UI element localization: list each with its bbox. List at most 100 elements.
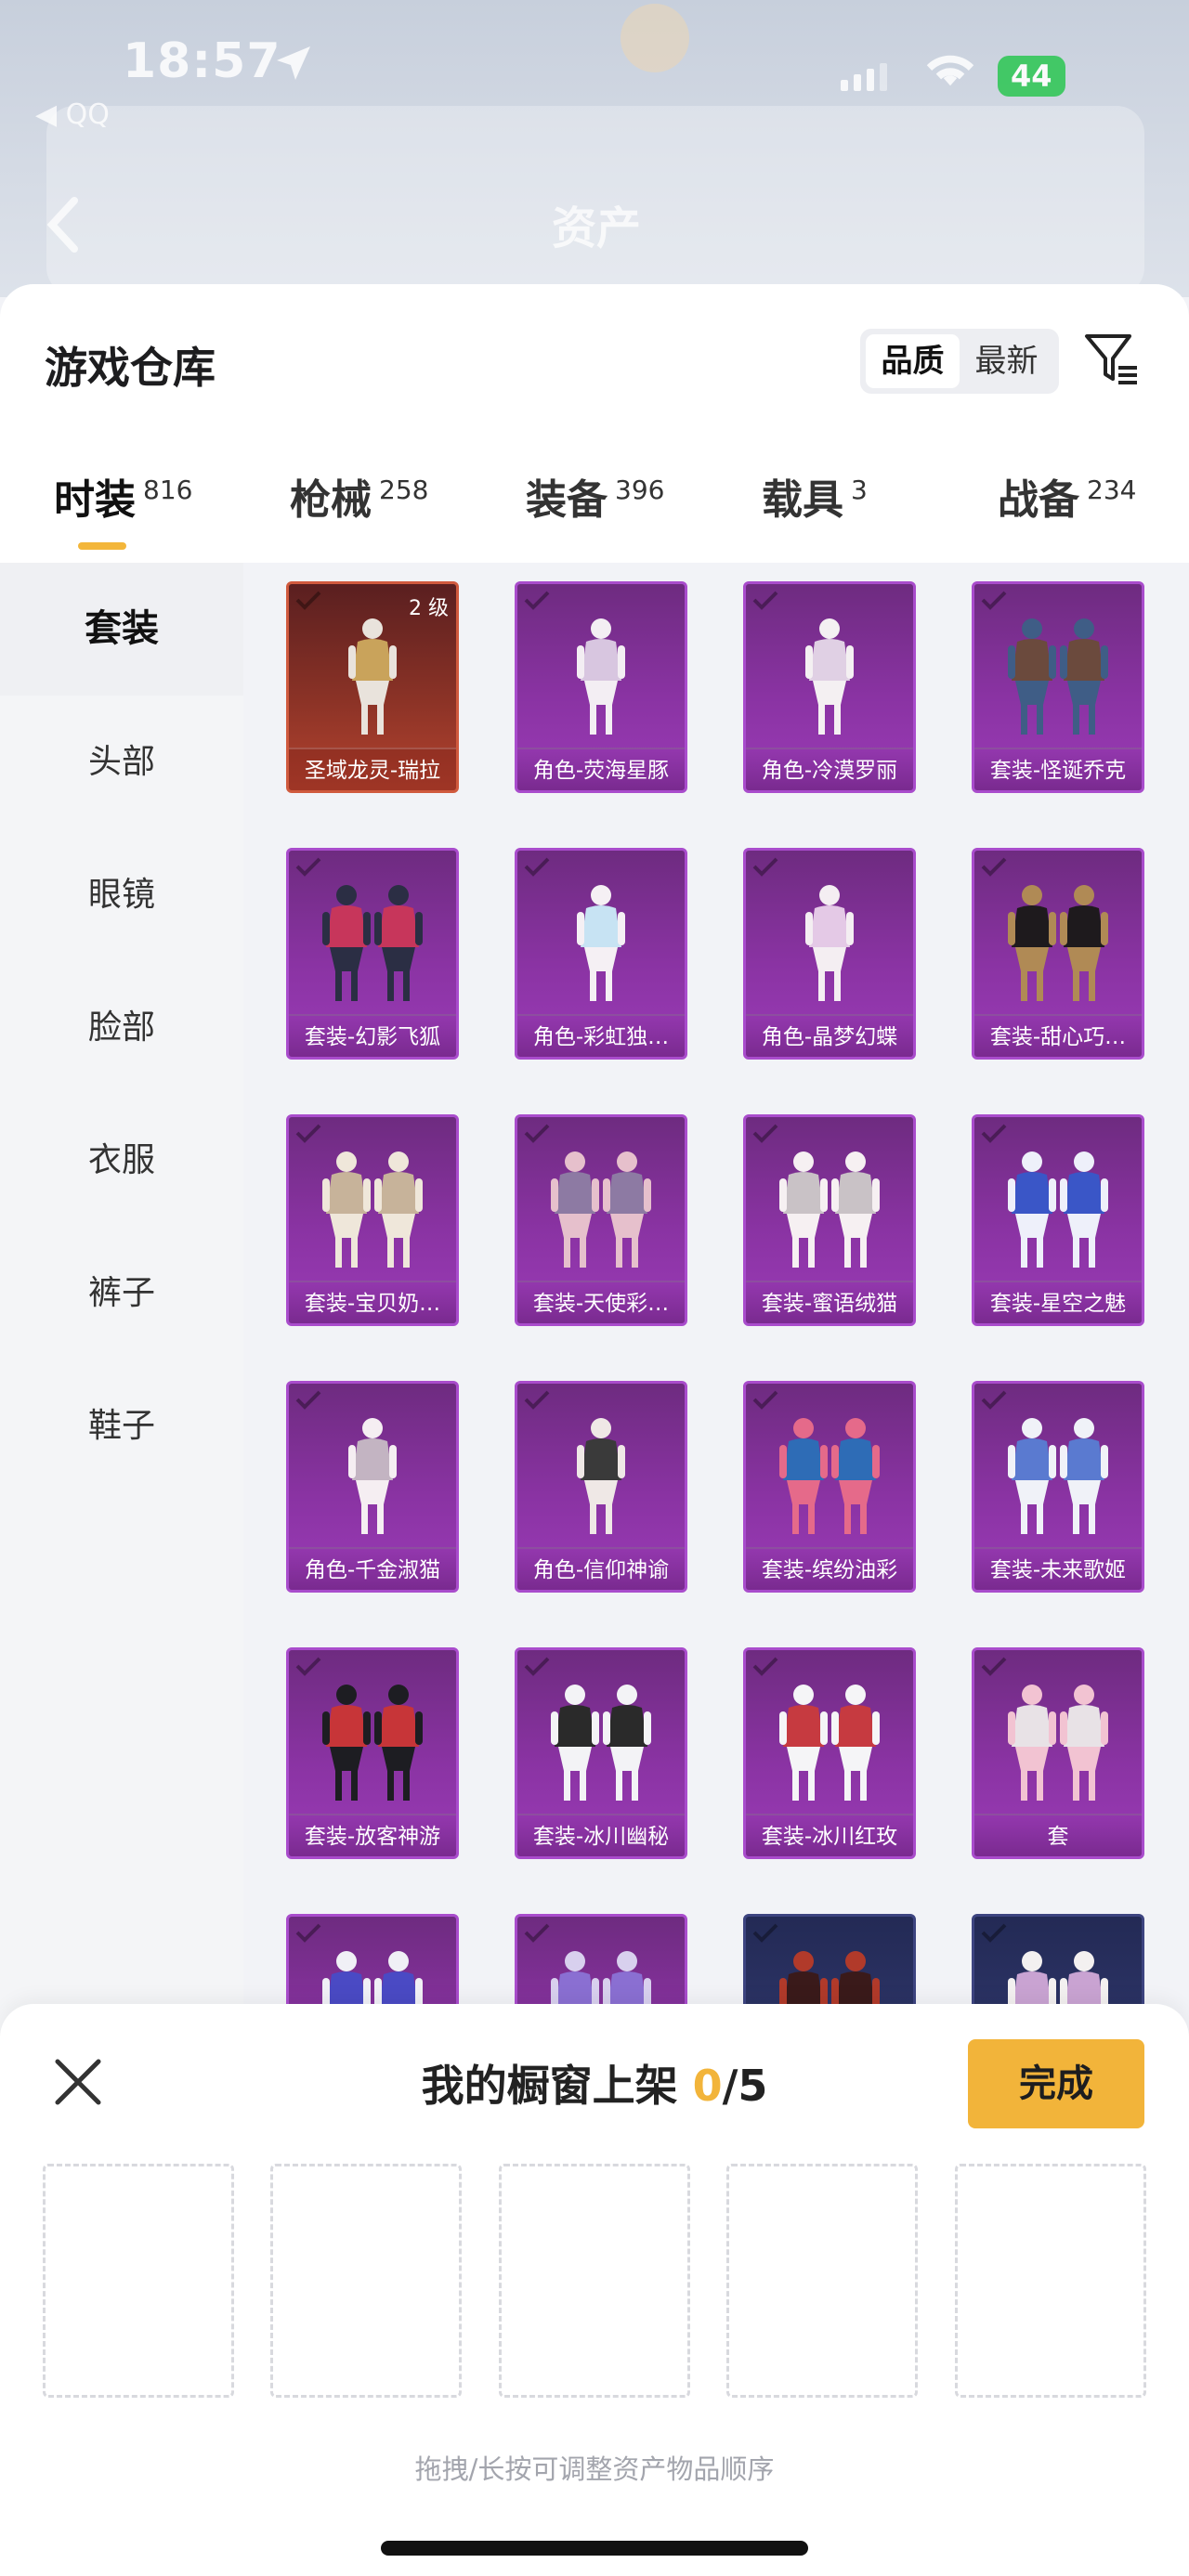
- reorder-hint: 拖拽/长按可调整资产物品顺序: [414, 2453, 775, 2485]
- item-card[interactable]: 套装-冰川红玫: [743, 1647, 916, 1859]
- item-card[interactable]: 角色-晶梦幻蝶: [743, 848, 916, 1060]
- item-card-label: 套装-幻影飞狐: [289, 1014, 456, 1057]
- item-card-label: 角色-晶梦幻蝶: [746, 1014, 913, 1057]
- done-button[interactable]: 完成: [968, 2039, 1144, 2128]
- battery-indicator: 44: [998, 56, 1065, 97]
- item-card-label: 角色-冷漠罗丽: [746, 748, 913, 790]
- item-card[interactable]: 角色-荧海星豚: [515, 581, 687, 793]
- item-card[interactable]: 套装-甜心巧…: [972, 848, 1144, 1060]
- category-tabs: 时装 816 枪械 258 装备 396 载具 3 战备 234: [0, 466, 1189, 563]
- sort-option-quality[interactable]: 品质: [866, 334, 960, 388]
- showcase-slot[interactable]: [270, 2164, 462, 2398]
- filter-icon[interactable]: [1081, 329, 1143, 390]
- tab-fashion[interactable]: 时装 816: [54, 466, 192, 563]
- showcase-slot[interactable]: [726, 2164, 918, 2398]
- item-card[interactable]: 角色-彩虹独…: [515, 848, 687, 1060]
- tab-vehicles[interactable]: 载具 3: [762, 466, 868, 563]
- sort-option-newest[interactable]: 最新: [960, 334, 1053, 388]
- sidebar-item-face[interactable]: 脸部: [0, 961, 243, 1094]
- item-card[interactable]: 2 级 圣域龙灵-瑞拉: [286, 581, 459, 793]
- item-card[interactable]: 套装-未来歌姬: [972, 1381, 1144, 1593]
- costume-figure-image: [1008, 1151, 1108, 1268]
- sidebar-item-suit[interactable]: 套装: [0, 563, 243, 696]
- costume-figure-image: [1008, 1418, 1108, 1534]
- item-card[interactable]: 套装-幻影飞狐: [286, 848, 459, 1060]
- item-card[interactable]: 套装-宝贝奶…: [286, 1114, 459, 1326]
- item-card-label: 套: [974, 1814, 1142, 1856]
- costume-figure-image: [322, 1151, 423, 1268]
- item-card-label: 角色-荧海星豚: [517, 748, 685, 790]
- item-card-label: 角色-信仰神谕: [517, 1547, 685, 1590]
- item-card-label: 套装-冰川红玫: [746, 1814, 913, 1856]
- tab-label: 载具: [762, 476, 843, 524]
- sidebar-item-shoes[interactable]: 鞋子: [0, 1360, 243, 1492]
- item-card[interactable]: 角色-冷漠罗丽: [743, 581, 916, 793]
- tab-count: 816: [143, 475, 193, 505]
- showcase-current-count: 0: [692, 2061, 723, 2111]
- showcase-panel: 我的橱窗上架 0/5 完成 拖拽/长按可调整资产物品顺序: [0, 2004, 1189, 2576]
- tab-count: 396: [615, 475, 665, 505]
- sidebar-item-clothes[interactable]: 衣服: [0, 1094, 243, 1227]
- showcase-slot[interactable]: [955, 2164, 1146, 2398]
- item-card[interactable]: 套: [972, 1647, 1144, 1859]
- showcase-slot[interactable]: [43, 2164, 234, 2398]
- costume-figure-image: [322, 1685, 423, 1801]
- item-card-label: 套装-缤纷油彩: [746, 1547, 913, 1590]
- item-card[interactable]: 套装-缤纷油彩: [743, 1381, 916, 1593]
- costume-figure-image: [322, 885, 423, 1001]
- item-card-label: 套装-星空之魅: [974, 1281, 1142, 1323]
- costume-figure-image: [348, 1418, 397, 1534]
- showcase-title-text: 我的橱窗上架: [421, 2061, 678, 2111]
- costume-figure-image: [348, 618, 397, 735]
- sidebar-item-pants[interactable]: 裤子: [0, 1227, 243, 1360]
- costume-figure-image: [779, 1151, 880, 1268]
- item-card-label: 套装-放客神游: [289, 1814, 456, 1856]
- sort-toggle: 品质 最新: [860, 329, 1059, 394]
- costume-figure-image: [805, 618, 854, 735]
- item-grid: 2 级 圣域龙灵-瑞拉 角色-荧海星豚 角色-冷漠罗丽 套装-怪诞乔克 套装-幻…: [243, 563, 1189, 2169]
- costume-figure-image: [1008, 618, 1108, 735]
- showcase-slot[interactable]: [499, 2164, 690, 2398]
- costume-figure-image: [779, 1685, 880, 1801]
- tab-count: 234: [1087, 475, 1137, 505]
- costume-figure-image: [1008, 885, 1108, 1001]
- costume-figure-image: [1008, 1685, 1108, 1801]
- item-card[interactable]: 角色-信仰神谕: [515, 1381, 687, 1593]
- item-card-label: 套装-未来歌姬: [974, 1547, 1142, 1590]
- costume-figure-image: [779, 1418, 880, 1534]
- item-card[interactable]: 套装-怪诞乔克: [972, 581, 1144, 793]
- home-indicator: [381, 2541, 808, 2556]
- tab-battle-prep[interactable]: 战备 234: [998, 466, 1136, 563]
- tab-label: 装备: [526, 476, 608, 524]
- item-card[interactable]: 套装-蜜语绒猫: [743, 1114, 916, 1326]
- tab-firearms[interactable]: 枪械 258: [290, 466, 428, 563]
- item-card-label: 角色-彩虹独…: [517, 1014, 685, 1057]
- item-card-label: 套装-宝贝奶…: [289, 1281, 456, 1323]
- status-time: 18:57: [123, 33, 281, 89]
- tab-equipment[interactable]: 装备 396: [526, 466, 664, 563]
- tab-label: 战备: [998, 476, 1079, 524]
- item-card[interactable]: 套装-星空之魅: [972, 1114, 1144, 1326]
- item-card[interactable]: 套装-放客神游: [286, 1647, 459, 1859]
- sheet-title: 游戏仓库: [45, 343, 216, 393]
- item-card[interactable]: 角色-千金淑猫: [286, 1381, 459, 1593]
- item-card-label: 圣域龙灵-瑞拉: [289, 748, 456, 790]
- sidebar-item-glasses[interactable]: 眼镜: [0, 828, 243, 961]
- tab-label: 时装: [54, 476, 136, 524]
- chevron-left-icon[interactable]: [45, 195, 82, 254]
- sidebar-item-head[interactable]: 头部: [0, 696, 243, 828]
- signal-icon: [841, 63, 887, 91]
- item-card-label: 套装-甜心巧…: [974, 1014, 1142, 1057]
- background-app-header: 18:57 44 ◀ QQ 资产: [0, 0, 1189, 297]
- costume-figure-image: [805, 885, 854, 1001]
- item-card[interactable]: 套装-天使彩…: [515, 1114, 687, 1326]
- costume-figure-image: [577, 1418, 625, 1534]
- tab-count: 3: [851, 475, 868, 505]
- item-card-label: 套装-怪诞乔克: [974, 748, 1142, 790]
- item-card[interactable]: 套装-冰川幽秘: [515, 1647, 687, 1859]
- location-arrow-icon: [277, 46, 310, 80]
- item-card-label: 套装-蜜语绒猫: [746, 1281, 913, 1323]
- item-card-label: 套装-冰川幽秘: [517, 1814, 685, 1856]
- tab-count: 258: [379, 475, 429, 505]
- costume-figure-image: [577, 885, 625, 1001]
